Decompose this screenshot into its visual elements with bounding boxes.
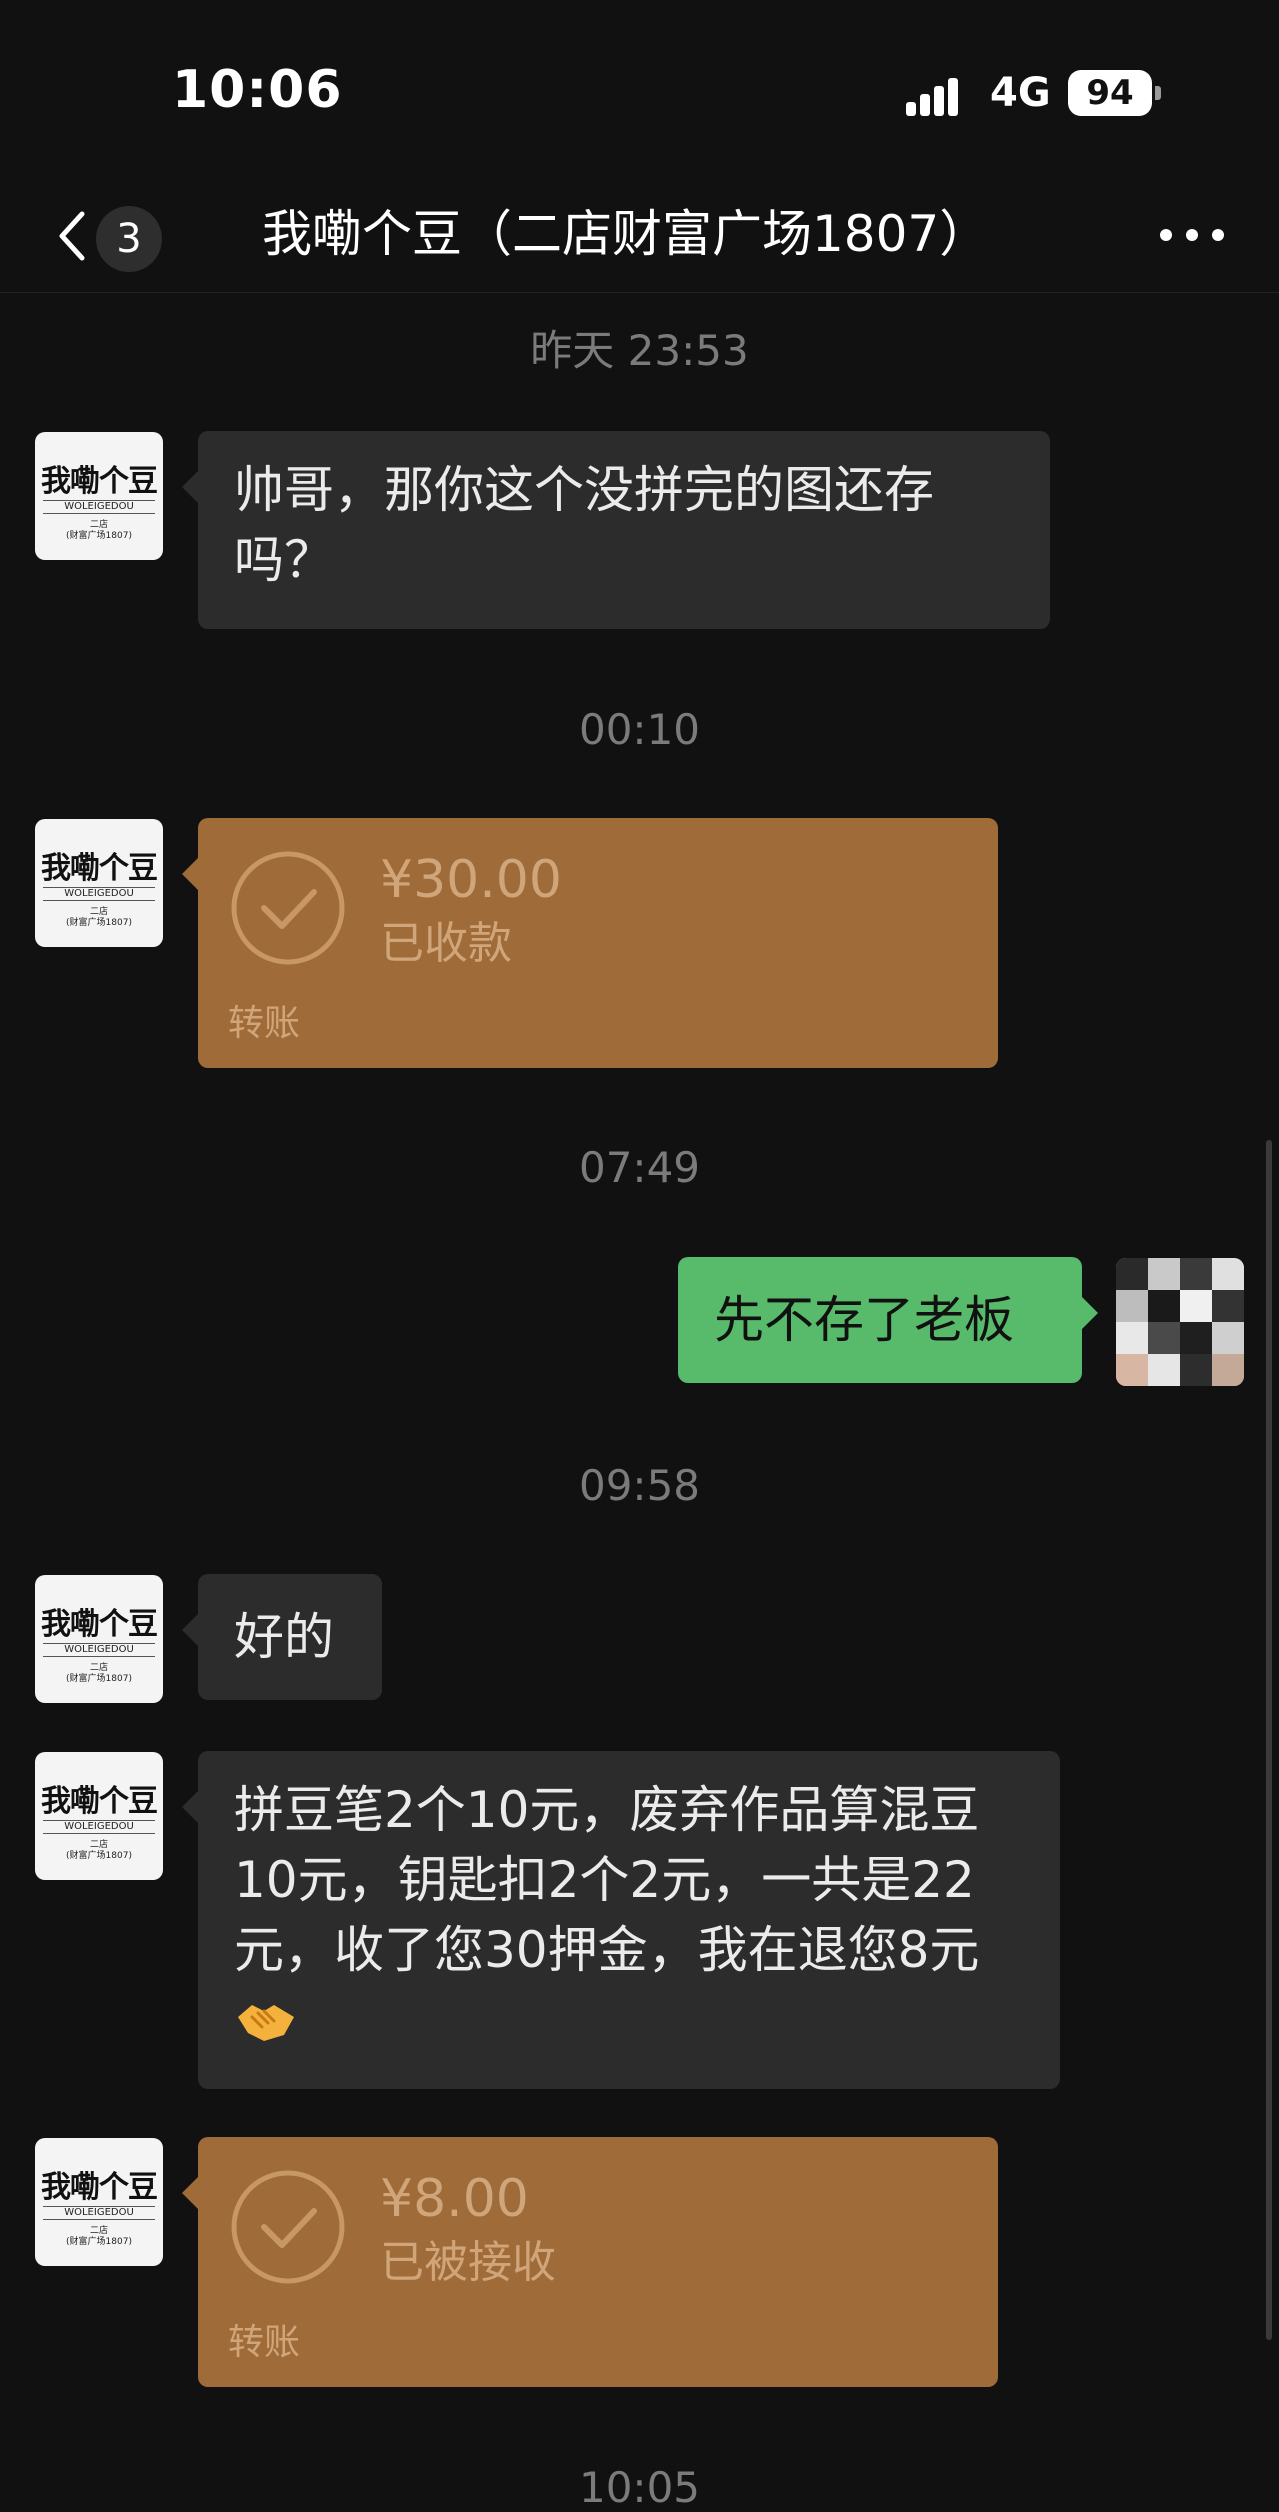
message-text: 拼豆笔2个10元，废弃作品算混豆10元，钥匙扣2个2元，一共是22元，收了您30… bbox=[234, 1781, 980, 1979]
timestamp: 00:10 bbox=[578, 705, 701, 754]
status-bar: 10:06 4G 94 bbox=[0, 0, 1279, 180]
chevron-left-icon[interactable] bbox=[44, 200, 104, 272]
timestamp: 07:49 bbox=[578, 1143, 701, 1192]
timestamp: 昨天 23:53 bbox=[530, 326, 749, 375]
avatar[interactable] bbox=[1116, 1258, 1244, 1386]
signal-icon bbox=[906, 74, 972, 116]
message-bubble[interactable]: 拼豆笔2个10元，废弃作品算混豆10元，钥匙扣2个2元，一共是22元，收了您30… bbox=[182, 1751, 1060, 2089]
transfer-card[interactable]: ¥8.00 已被接收 转账 bbox=[182, 2137, 998, 2387]
chat-header: 3 我嘞个豆（二店财富广场1807） bbox=[0, 180, 1279, 293]
message-bubble-outgoing[interactable]: 先不存了老板 bbox=[678, 1257, 1098, 1383]
transfer-amount: ¥8.00 bbox=[380, 2169, 529, 2229]
more-dots-icon[interactable] bbox=[1156, 220, 1228, 250]
avatar[interactable]: 我嘞个豆 WOLEIGEDOU 二店 (财富广场1807) bbox=[35, 1575, 163, 1703]
check-circle-icon bbox=[231, 851, 345, 965]
message-text: 先不存了老板 bbox=[714, 1291, 1014, 1349]
chat-title: 我嘞个豆（二店财富广场1807） bbox=[262, 205, 990, 263]
avatar[interactable]: 我嘞个豆 WOLEIGEDOU 二店 (财富广场1807) bbox=[35, 1752, 163, 1880]
message-bubble[interactable]: 帅哥，那你这个没拼完的图还存吗？ bbox=[182, 431, 1050, 629]
avatar[interactable]: 我嘞个豆 WOLEIGEDOU 二店 (财富广场1807) bbox=[35, 819, 163, 947]
scrollbar[interactable] bbox=[1266, 1140, 1272, 2340]
transfer-status: 已收款 bbox=[380, 918, 512, 969]
avatar[interactable]: 我嘞个豆 WOLEIGEDOU 二店 (财富广场1807) bbox=[35, 2138, 163, 2266]
avatar[interactable]: 我嘞个豆 WOLEIGEDOU 二店 (财富广场1807) bbox=[35, 432, 163, 560]
transfer-amount: ¥30.00 bbox=[380, 850, 562, 910]
timestamp: 09:58 bbox=[578, 1461, 701, 1510]
handshake-emoji bbox=[238, 2005, 294, 2041]
battery-icon: 94 bbox=[1068, 70, 1152, 116]
transfer-status: 已被接收 bbox=[380, 2237, 556, 2288]
message-text: 好的 bbox=[234, 1608, 334, 1666]
unread-count-badge[interactable]: 3 bbox=[96, 206, 162, 272]
transfer-label: 转账 bbox=[228, 1003, 301, 1044]
status-time: 10:06 bbox=[172, 60, 343, 120]
message-text: 帅哥，那你这个没拼完的图还存吗？ bbox=[234, 461, 934, 589]
check-circle-icon bbox=[231, 2170, 345, 2284]
transfer-label: 转账 bbox=[228, 2322, 301, 2363]
network-type: 4G bbox=[990, 70, 1051, 116]
message-list[interactable]: 昨天 23:53 我嘞个豆 WOLEIGEDOU 二店 (财富广场1807) 帅哥… bbox=[0, 293, 1279, 2512]
battery-cap bbox=[1155, 86, 1161, 100]
transfer-card[interactable]: ¥30.00 已收款 转账 bbox=[182, 818, 998, 1068]
timestamp: 10:05 bbox=[578, 2463, 701, 2512]
message-bubble[interactable]: 好的 bbox=[182, 1574, 382, 1700]
